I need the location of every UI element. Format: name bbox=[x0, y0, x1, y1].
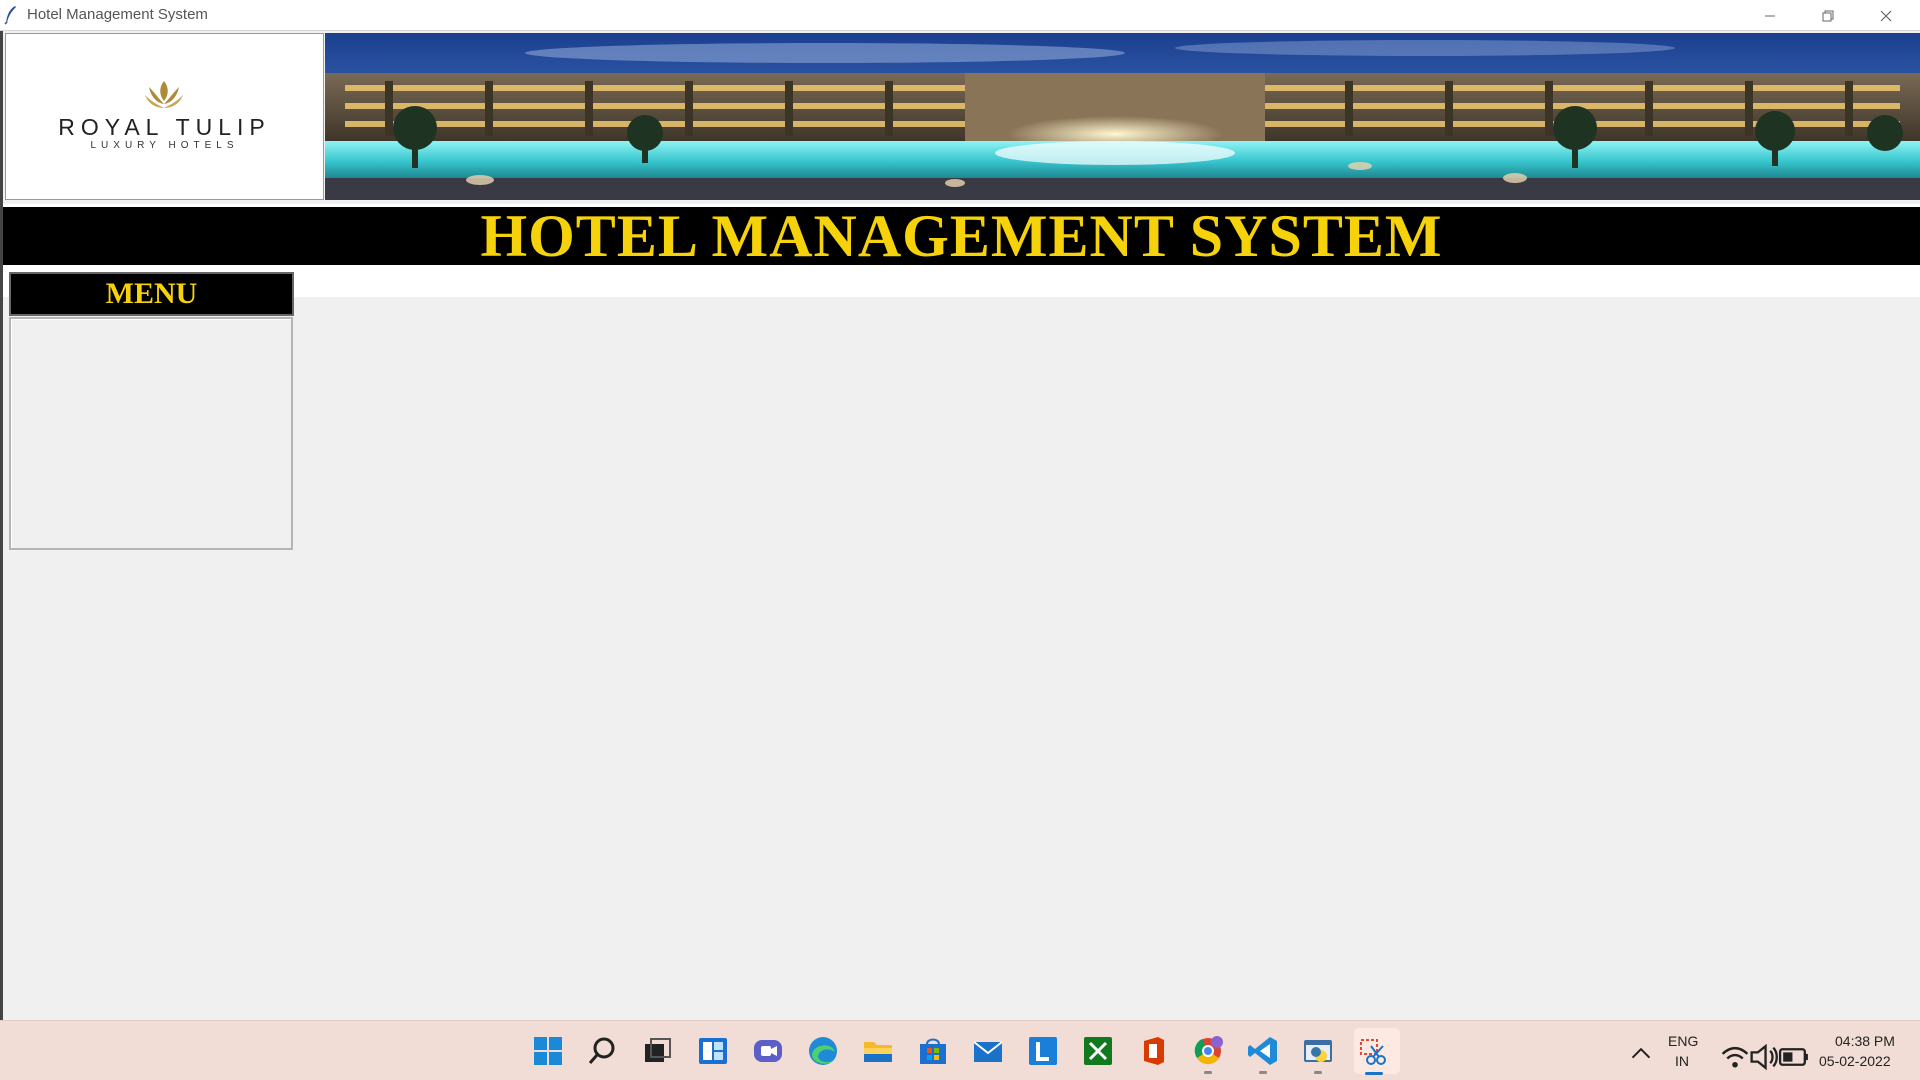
restore-button[interactable] bbox=[1799, 0, 1857, 31]
office-icon[interactable] bbox=[1136, 1034, 1170, 1068]
title-band-bar: HOTEL MANAGEMENT SYSTEM bbox=[3, 203, 1920, 269]
logo-panel: ROYAL TULIP LUXURY HOTELS bbox=[5, 33, 324, 200]
region-indicator[interactable]: IN bbox=[1675, 1053, 1689, 1069]
store-icon[interactable] bbox=[916, 1034, 950, 1068]
vscode-icon[interactable] bbox=[1246, 1034, 1280, 1074]
edge-icon[interactable] bbox=[806, 1034, 840, 1068]
teams-chat-icon[interactable] bbox=[751, 1034, 785, 1068]
wifi-icon[interactable] bbox=[1718, 1040, 1749, 1068]
running-indicator bbox=[1204, 1071, 1212, 1074]
close-button[interactable] bbox=[1857, 0, 1915, 31]
window-title: Hotel Management System bbox=[27, 6, 208, 23]
task-view-icon[interactable] bbox=[640, 1034, 674, 1068]
clock-time[interactable]: 04:38 PM bbox=[1835, 1033, 1895, 1049]
volume-icon[interactable] bbox=[1747, 1040, 1778, 1071]
tulip-logo-icon bbox=[139, 77, 189, 111]
menu-title: MENU bbox=[105, 277, 198, 310]
active-indicator bbox=[1365, 1072, 1383, 1075]
restore-icon bbox=[1822, 10, 1834, 21]
taskbar: ENG IN 04:38 PM 05-02-2022 bbox=[0, 1020, 1920, 1080]
widgets-icon[interactable] bbox=[696, 1034, 730, 1068]
python-idle-icon[interactable] bbox=[1301, 1034, 1335, 1074]
running-indicator bbox=[1259, 1071, 1267, 1074]
running-indicator bbox=[1314, 1071, 1322, 1074]
mail-icon[interactable] bbox=[971, 1034, 1005, 1068]
window-titlebar: Hotel Management System bbox=[0, 0, 1920, 31]
xbox-icon[interactable] bbox=[1081, 1034, 1115, 1068]
battery-icon[interactable] bbox=[1777, 1040, 1808, 1066]
language-indicator[interactable]: ENG bbox=[1668, 1033, 1698, 1049]
search-icon[interactable] bbox=[585, 1034, 619, 1068]
clock-date[interactable]: 05-02-2022 bbox=[1819, 1053, 1891, 1069]
start-icon[interactable] bbox=[531, 1034, 565, 1068]
chevron-up-icon[interactable] bbox=[1624, 1037, 1652, 1065]
page-title: HOTEL MANAGEMENT SYSTEM bbox=[480, 203, 1443, 269]
snipping-tool-icon[interactable] bbox=[1357, 1034, 1391, 1075]
feather-icon bbox=[4, 5, 18, 25]
hotel-banner-image bbox=[325, 33, 1920, 200]
logo-tagline: LUXURY HOTELS bbox=[90, 140, 239, 151]
menu-panel bbox=[9, 317, 293, 550]
app-window: ROYAL TULIP LUXURY HOTELS HOTEL MANAGEME… bbox=[0, 31, 1920, 1020]
file-explorer-icon[interactable] bbox=[861, 1034, 895, 1068]
menu-header: MENU bbox=[9, 272, 294, 316]
minimize-icon bbox=[1765, 15, 1775, 16]
chrome-icon[interactable] bbox=[1191, 1034, 1225, 1074]
minimize-button[interactable] bbox=[1741, 0, 1799, 31]
close-icon bbox=[1880, 10, 1892, 21]
logo-name: ROYAL TULIP bbox=[58, 114, 271, 140]
l-app-icon[interactable] bbox=[1026, 1034, 1060, 1068]
